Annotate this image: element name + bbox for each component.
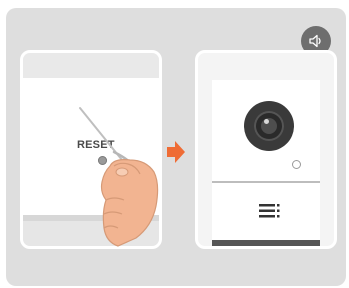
hand-with-pin-icon (79, 107, 159, 247)
doorbell-step-panel (195, 50, 337, 249)
speaker-grille-icon (259, 204, 280, 218)
device-top-band (23, 53, 159, 78)
speaker-icon (309, 34, 321, 48)
indicator-light (292, 160, 301, 169)
arrow-right-icon (167, 141, 185, 163)
doorbell-divider (212, 181, 320, 183)
doorbell-bottom-bar (212, 240, 320, 246)
camera-lens (244, 101, 294, 151)
instruction-illustration: RESET (0, 0, 349, 288)
doorbell-device (212, 80, 320, 246)
camera-glint (264, 119, 269, 124)
